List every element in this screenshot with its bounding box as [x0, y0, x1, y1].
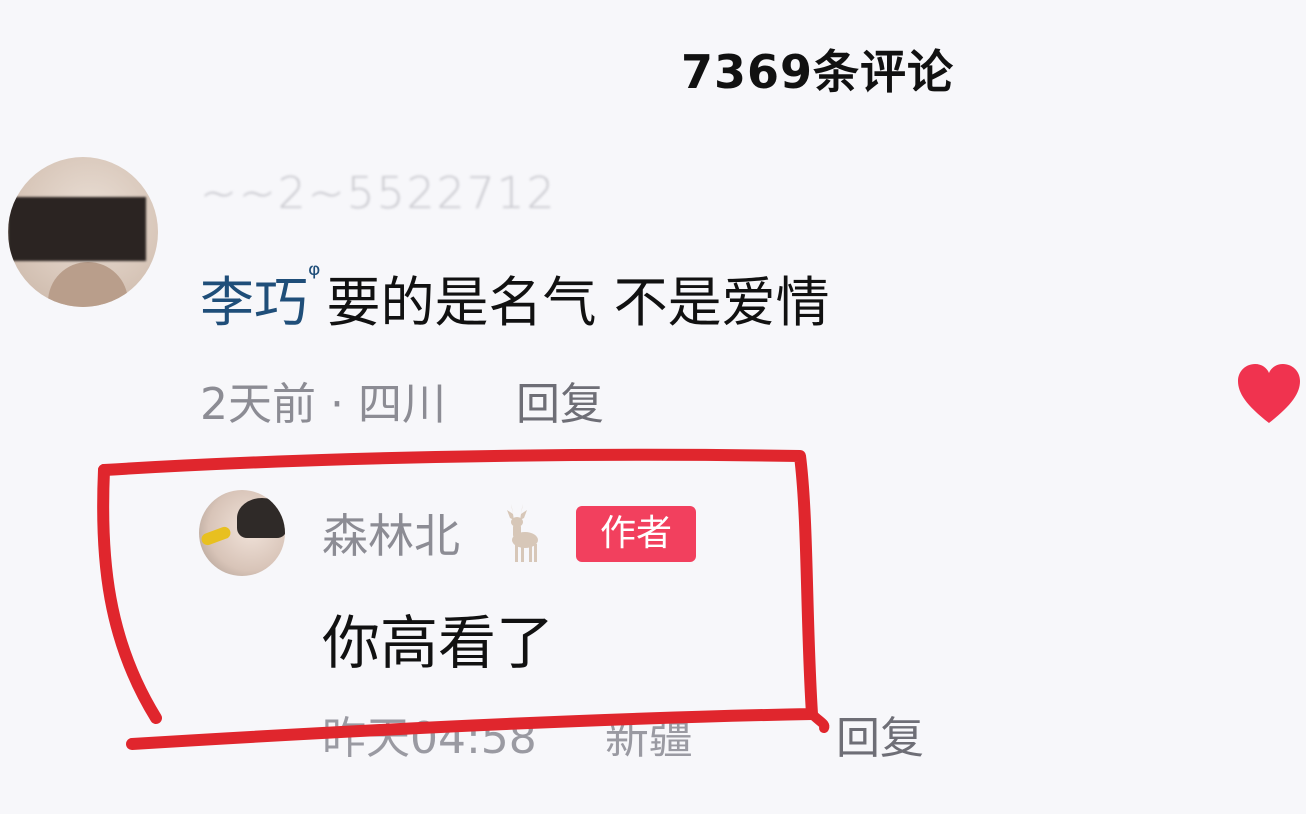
comment-time: 2天前	[200, 379, 316, 430]
reply-meta: 昨天04:58 新疆	[322, 702, 693, 766]
meta-separator: ·	[330, 379, 344, 430]
reply-reply-button[interactable]: 回复	[836, 702, 924, 766]
deer-icon	[507, 504, 538, 562]
comment-text-line: 李巧ᵠ 要的是名气 不是爱情	[200, 258, 830, 337]
commenter-username[interactable]: ~~2~5522712	[200, 168, 557, 219]
reply-avatar[interactable]	[199, 490, 285, 576]
reply-time: 昨天04:58	[322, 713, 537, 764]
hand-drawn-highlight-box	[97, 448, 830, 750]
comment-count-title: 7369条评论	[681, 45, 955, 99]
reply-author-name[interactable]: 森林北	[322, 500, 460, 566]
comment-reply-button[interactable]: 回复	[516, 379, 604, 430]
comment-location: 四川	[358, 379, 446, 430]
reply-text: 你高看了	[322, 609, 555, 677]
search-icon: ᵠ	[308, 258, 321, 293]
avatar-figure	[48, 262, 128, 307]
reply-avatar-hair	[237, 498, 285, 538]
reply-avatar-toy	[199, 525, 233, 547]
like-heart-icon[interactable]	[1236, 363, 1302, 425]
comment-text: 要的是名气 不是爱情	[326, 271, 830, 334]
commenter-avatar[interactable]	[8, 157, 158, 307]
comment-meta: 2天前 · 四川 回复	[200, 368, 604, 432]
mention-link[interactable]: 李巧	[200, 271, 308, 334]
reply-location: 新疆	[604, 713, 693, 764]
avatar-censor-bar	[8, 197, 146, 261]
author-badge: 作者	[576, 506, 696, 562]
